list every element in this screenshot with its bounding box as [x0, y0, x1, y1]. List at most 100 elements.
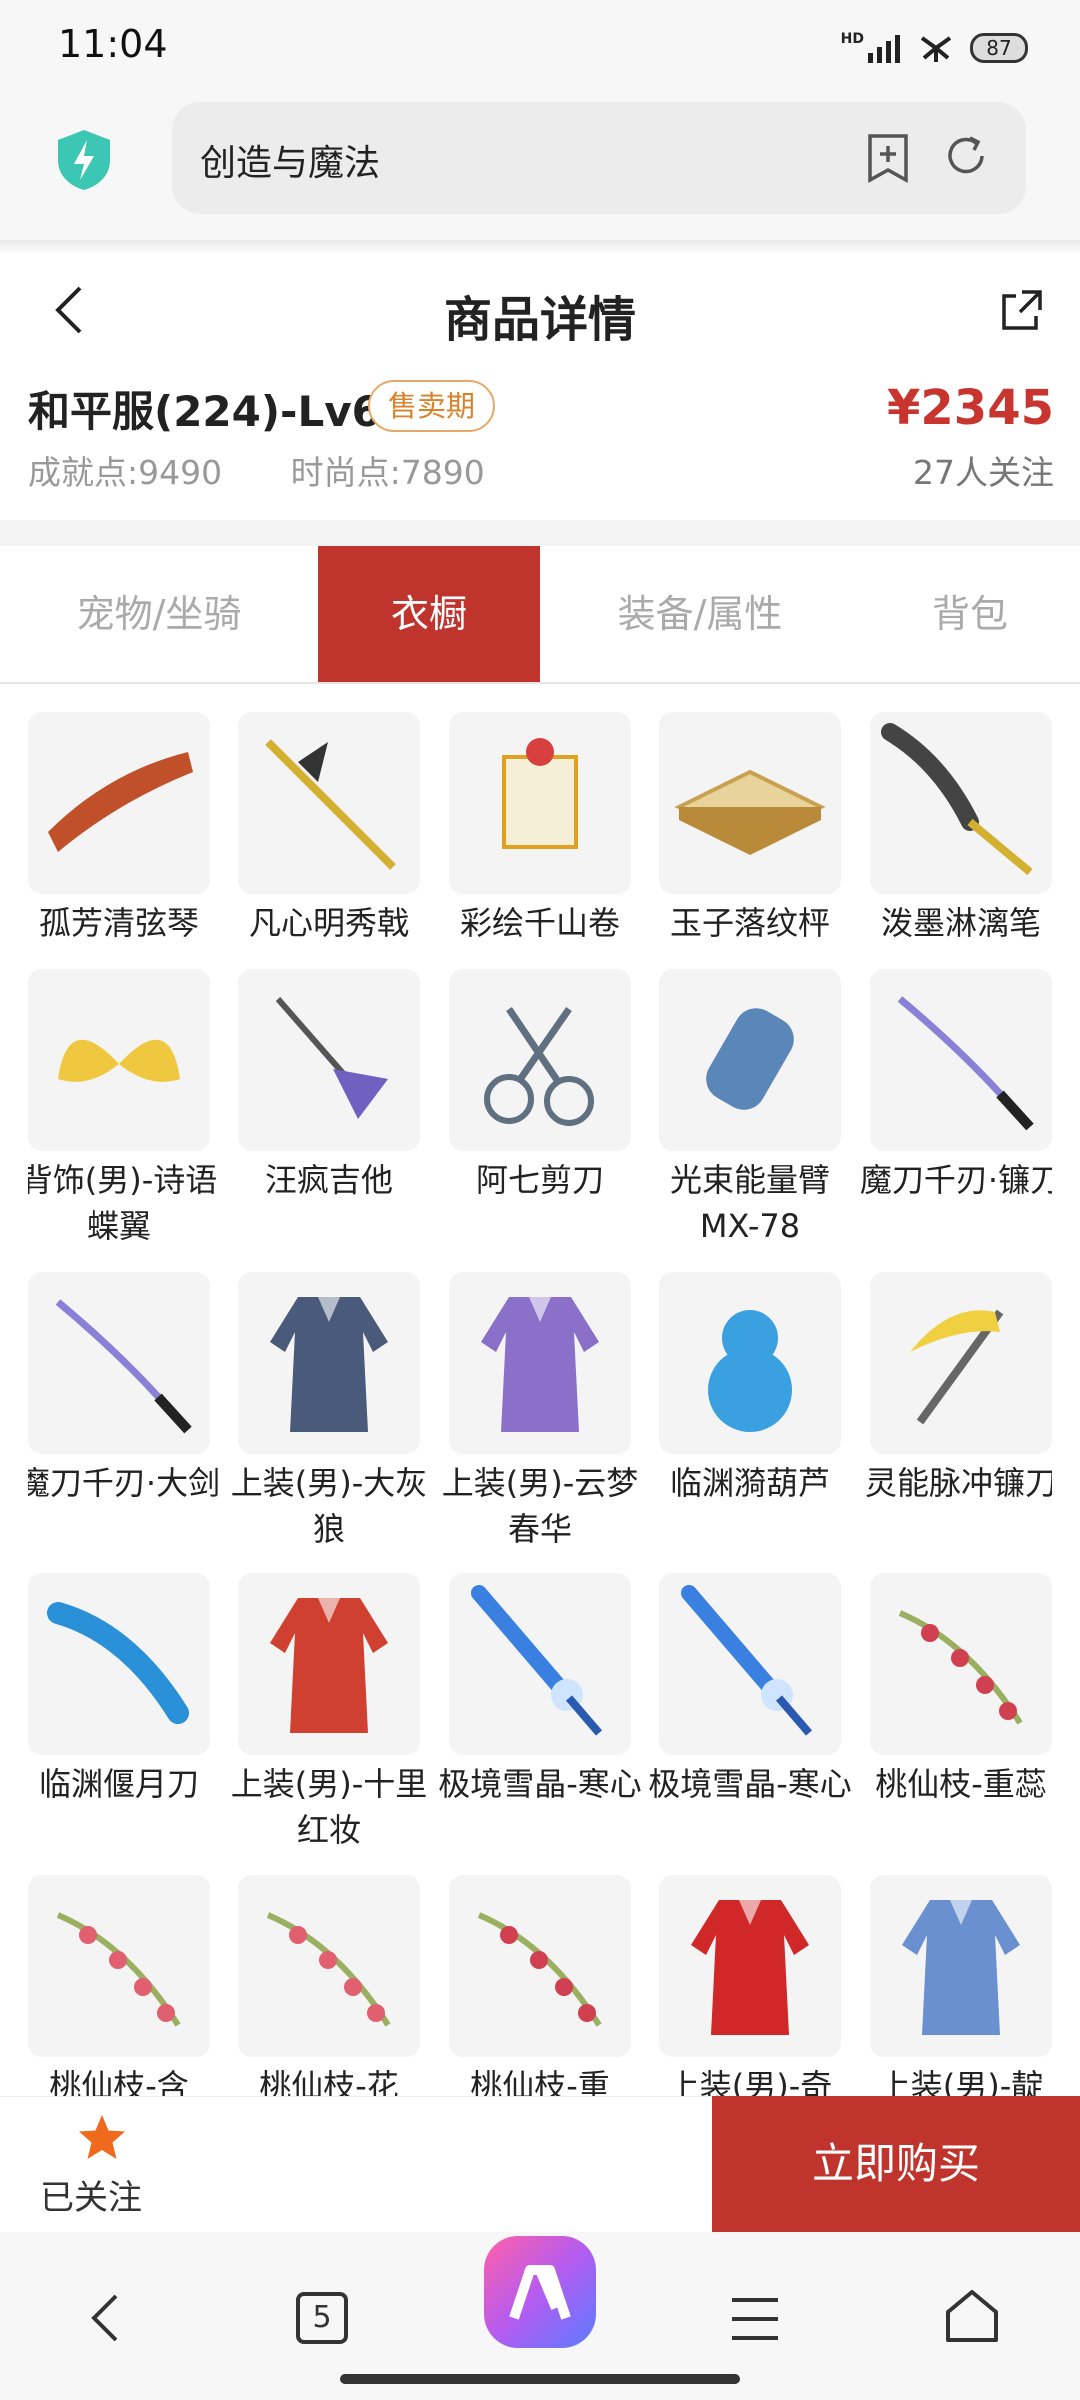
item-name: 魔刀千刃·大剑 [28, 1464, 221, 1502]
menu-icon[interactable] [730, 2296, 780, 2342]
item-thumbnail[interactable] [449, 712, 631, 894]
item-thumbnail[interactable] [449, 1875, 631, 2057]
tabs-count-button[interactable]: 5 [296, 2292, 348, 2344]
item-thumbnail[interactable] [449, 1573, 631, 1755]
tab-pets-mounts[interactable]: 宠物/坐骑 [0, 546, 318, 682]
item-name: 背饰(男)-诗语蝶翼 [28, 1161, 218, 1245]
tab-equipment[interactable]: 装备/属性 [540, 546, 860, 682]
refresh-icon[interactable] [942, 132, 990, 180]
wardrobe-item[interactable]: 光束能量臂MX-78 [659, 969, 841, 1249]
wardrobe-item[interactable]: 彩绘千山卷 [449, 712, 631, 946]
item-name: 上装(男)-大灰狼 [230, 1464, 428, 1548]
fashion-points: 时尚点:7890 [290, 453, 485, 492]
wardrobe-item[interactable]: 极境雪晶-寒心 [438, 1573, 642, 1807]
gesture-home-bar[interactable] [340, 2374, 740, 2384]
security-shield-icon[interactable] [52, 128, 116, 192]
star-icon[interactable] [76, 2112, 128, 2164]
item-thumbnail[interactable] [449, 1272, 631, 1454]
signal-icon [868, 35, 900, 63]
ice-sword-icon [681, 1585, 813, 1736]
product-stats: 成就点:9490 时尚点:7890 [28, 446, 543, 494]
wardrobe-item[interactable]: 桃仙枝-含 [28, 1875, 210, 2096]
wardrobe-item[interactable]: 孤芳清弦琴 [28, 712, 210, 946]
item-name: 上装(男)-靛 [878, 2067, 1044, 2096]
item-thumbnail[interactable] [870, 712, 1052, 894]
network-type-label: HD [840, 31, 864, 47]
bookmark-add-icon[interactable] [864, 132, 912, 184]
share-icon[interactable] [1000, 288, 1044, 332]
wardrobe-item[interactable]: 桃仙枝-重 [449, 1875, 631, 2096]
peach-bow-icon [56, 1912, 181, 2027]
item-thumbnail[interactable] [449, 969, 631, 1151]
tab-wardrobe[interactable]: 衣橱 [318, 546, 540, 682]
item-thumbnail[interactable] [28, 1875, 210, 2057]
item-name: 临渊偃月刀 [38, 1765, 199, 1803]
follower-count: 27人关注 [913, 453, 1054, 492]
item-thumbnail[interactable] [238, 1272, 420, 1454]
item-thumbnail[interactable] [659, 1272, 841, 1454]
address-bar-query[interactable]: 创造与魔法 [200, 134, 380, 186]
wardrobe-item[interactable]: 阿七剪刀 [449, 969, 631, 1203]
wardrobe-item[interactable]: 玉子落纹枰 [659, 712, 841, 946]
nav-back-icon[interactable] [84, 2290, 124, 2346]
ai-assistant-icon[interactable] [484, 2236, 596, 2348]
item-thumbnail[interactable] [238, 712, 420, 894]
wardrobe-item[interactable]: 凡心明秀戟 [238, 712, 420, 946]
item-name: 极境雪晶-寒心 [648, 1765, 852, 1803]
wardrobe-item[interactable]: 灵能脉冲镰刀 [865, 1272, 1052, 1506]
status-bar: 11:04 HD 87 [0, 0, 1080, 96]
wifi-icon [920, 36, 952, 62]
item-thumbnail[interactable] [870, 1573, 1052, 1755]
wardrobe-item[interactable]: 上装(男)-云梦春华 [442, 1272, 638, 1552]
item-name: 上装(男)-十里红妆 [230, 1765, 428, 1849]
wardrobe-item[interactable]: 临渊偃月刀 [28, 1573, 210, 1807]
category-tabs: 宠物/坐骑 衣橱 装备/属性 背包 [0, 546, 1080, 684]
item-name: 上装(男)-云梦春华 [441, 1464, 639, 1548]
item-name: 桃仙枝-含 [49, 2067, 189, 2096]
wardrobe-item[interactable]: 极境雪晶-寒心 [648, 1573, 852, 1807]
wardrobe-item[interactable]: 上装(男)-大灰狼 [231, 1272, 427, 1552]
item-thumbnail[interactable] [28, 1272, 210, 1454]
home-icon[interactable] [944, 2288, 1000, 2346]
red-coat-icon [691, 1900, 809, 2035]
product-name: 和平服(224)-Lv69 [28, 387, 411, 436]
item-thumbnail[interactable] [28, 712, 210, 894]
item-thumbnail[interactable] [870, 1272, 1052, 1454]
wardrobe-item[interactable]: 上装(男)-奇 [659, 1875, 841, 2096]
wardrobe-item[interactable]: 泼墨淋漓笔 [870, 712, 1052, 946]
item-thumbnail[interactable] [28, 1573, 210, 1755]
wardrobe-item[interactable]: 汪疯吉他 [238, 969, 420, 1203]
battery-icon: 87 [970, 33, 1028, 63]
buy-now-button[interactable]: 立即购买 [712, 2096, 1080, 2232]
item-thumbnail[interactable] [238, 969, 420, 1151]
item-thumbnail[interactable] [659, 1573, 841, 1755]
wardrobe-item[interactable]: 魔刀千刃·大剑 [28, 1272, 220, 1506]
item-thumbnail[interactable] [659, 969, 841, 1151]
item-thumbnail[interactable] [659, 1875, 841, 2057]
go-board-icon [674, 769, 826, 855]
wardrobe-item[interactable]: 桃仙枝-花 [238, 1875, 420, 2096]
item-thumbnail[interactable] [870, 1875, 1052, 2057]
address-bar[interactable]: 创造与魔法 [172, 102, 1026, 214]
item-name: 汪疯吉他 [264, 1161, 393, 1199]
wardrobe-item[interactable]: 背饰(男)-诗语蝶翼 [28, 969, 217, 1249]
katana-icon [55, 1299, 192, 1434]
wardrobe-grid: 孤芳清弦琴 凡心明秀戟 彩绘千山卷 玉子落纹枰 泼墨淋漓笔背饰(男)-诗语蝶翼 汪疯吉他 阿… [28, 712, 1052, 2096]
item-thumbnail[interactable] [238, 1573, 420, 1755]
item-thumbnail[interactable] [659, 712, 841, 894]
page-title: 商品详情 [443, 292, 636, 348]
section-divider [0, 520, 1080, 546]
tab-backpack[interactable]: 背包 [860, 546, 1080, 682]
wardrobe-item[interactable]: 桃仙枝-重蕊 [870, 1573, 1052, 1807]
wardrobe-item[interactable]: 上装(男)-靛 [870, 1875, 1052, 2096]
item-name: 阿七剪刀 [475, 1161, 604, 1199]
item-thumbnail[interactable] [238, 1875, 420, 2057]
item-thumbnail[interactable] [870, 969, 1052, 1151]
item-name: 玉子落纹枰 [669, 904, 830, 942]
wardrobe-item[interactable]: 魔刀千刃·镰刀 [860, 969, 1052, 1203]
follow-button[interactable]: 已关注 [40, 2170, 142, 2219]
robe-icon [481, 1297, 599, 1432]
item-thumbnail[interactable] [28, 969, 210, 1151]
wardrobe-item[interactable]: 临渊漪葫芦 [659, 1272, 841, 1506]
wardrobe-item[interactable]: 上装(男)-十里红妆 [231, 1573, 427, 1853]
